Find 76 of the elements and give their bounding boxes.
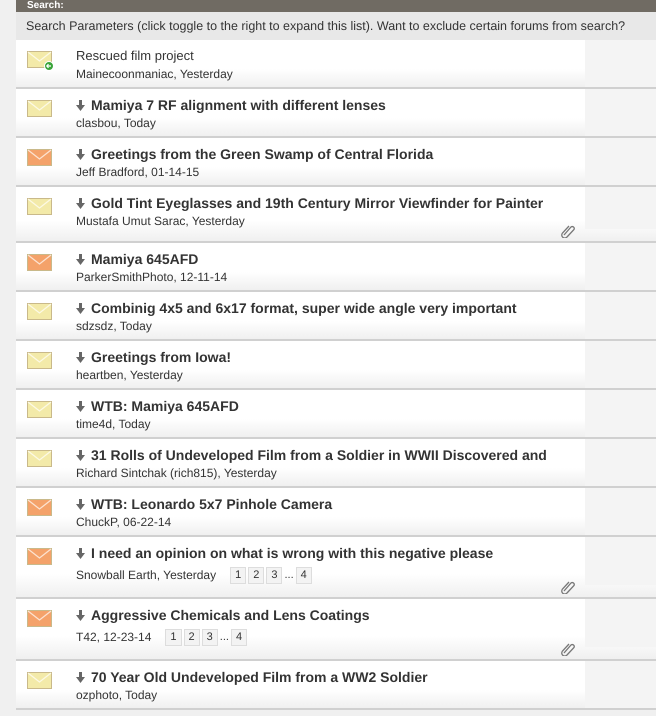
thread-row[interactable]: 70 Year Old Undeveloped Film from a WW2 Soldier ozphoto, Today bbox=[16, 661, 656, 710]
thread-row[interactable]: WTB: Leonardo 5x7 Pinhole Camera ChuckP, 06-22-14 bbox=[16, 488, 656, 537]
thread-meta: ozphoto, Today bbox=[76, 687, 158, 704]
side-column bbox=[585, 243, 656, 290]
down-arrow-icon bbox=[76, 254, 85, 264]
side-column bbox=[585, 661, 656, 708]
side-column bbox=[585, 138, 656, 185]
down-arrow-icon bbox=[76, 400, 85, 412]
thread-row[interactable]: Greetings from the Green Swamp of Central Florida Jeff Bradford, 01-14-15 bbox=[16, 138, 656, 187]
thread-row[interactable]: Mamiya 7 RF alignment with different lenses clasbou, Today bbox=[16, 89, 656, 138]
down-arrow-icon bbox=[76, 198, 85, 208]
side-column bbox=[585, 439, 656, 486]
thread-row[interactable]: I need an opinion on what is wrong with this negative please Snowball Earth, Yesterday 1 2 3 ... 4 bbox=[16, 537, 656, 599]
thread-row[interactable]: 31 Rolls of Undeveloped Film from a Soldier in WWII Discovered and Richard Sintchak (rich815), Yesterday bbox=[16, 439, 656, 488]
thread-title-link[interactable]: 31 Rolls of Undeveloped Film from a Soldier in WWII Discovered and bbox=[91, 444, 547, 466]
down-arrow-icon bbox=[76, 498, 85, 510]
down-arrow-icon bbox=[76, 548, 85, 558]
thread-meta: ChuckP, 06-22-14 bbox=[76, 514, 172, 531]
page-link[interactable]: 2 bbox=[248, 566, 264, 584]
thread-title-link[interactable]: WTB: Mamiya 645AFD bbox=[91, 396, 239, 416]
thread-row[interactable]: Aggressive Chemicals and Lens Coatings T42, 12-23-14 1 2 3 ... 4 bbox=[16, 599, 656, 661]
thread-title-link[interactable]: 70 Year Old Undeveloped Film from a WW2 Soldier bbox=[91, 666, 428, 688]
down-arrow-icon bbox=[76, 450, 85, 460]
down-arrow-icon bbox=[76, 610, 85, 620]
thread-meta: clasbou, Today bbox=[76, 115, 156, 132]
down-arrow-icon bbox=[76, 302, 85, 314]
thread-meta: Snowball Earth, Yesterday bbox=[76, 567, 216, 584]
thread-meta: Jeff Bradford, 01-14-15 bbox=[76, 164, 200, 181]
page-link[interactable]: 4 bbox=[296, 566, 312, 584]
thread-row[interactable]: Mamiya 645AFD ParkerSmithPhoto, 12-11-14 bbox=[16, 243, 656, 292]
page-link[interactable]: 3 bbox=[266, 566, 282, 584]
thread-row[interactable]: WTB: Mamiya 645AFD time4d, Today bbox=[16, 390, 656, 439]
down-arrow-icon bbox=[76, 352, 85, 362]
thread-meta: time4d, Today bbox=[76, 416, 150, 433]
thread-title-link[interactable]: Mamiya 7 RF alignment with different lenses bbox=[91, 94, 386, 116]
thread-meta: Mainecoonmaniac, Yesterday bbox=[76, 66, 233, 83]
thread-meta: Richard Sintchak (rich815), Yesterday bbox=[76, 465, 277, 482]
thread-row[interactable]: Combinig 4x5 and 6x17 format, super wide angle very important sdzsdz, Today bbox=[16, 292, 656, 341]
thread-meta: sdzsdz, Today bbox=[76, 318, 152, 335]
thread-meta: T42, 12-23-14 bbox=[76, 629, 152, 646]
page-link[interactable]: 1 bbox=[230, 566, 246, 584]
thread-title-link[interactable]: Greetings from Iowa! bbox=[91, 346, 232, 368]
thread-meta: ParkerSmithPhoto, 12-11-14 bbox=[76, 269, 228, 286]
down-arrow-icon bbox=[76, 148, 85, 160]
side-column bbox=[585, 187, 656, 229]
thread-row[interactable]: Greetings from Iowa! heartben, Yesterday bbox=[16, 341, 656, 390]
page-link[interactable]: 3 bbox=[202, 628, 218, 646]
page-link[interactable]: 2 bbox=[184, 628, 200, 646]
side-column bbox=[585, 599, 656, 647]
thread-title-link[interactable]: Greetings from the Green Swamp of Central Florida bbox=[91, 144, 434, 164]
side-column bbox=[585, 488, 656, 535]
page-link[interactable]: 1 bbox=[165, 628, 182, 646]
thread-row[interactable]: Rescued film project Mainecoonmaniac, Yesterday bbox=[16, 40, 656, 89]
thread-title-link[interactable]: Gold Tint Eyeglasses and 19th Century Mirror Viewfinder for Painter bbox=[91, 192, 544, 214]
thread-title-link[interactable]: WTB: Leonardo 5x7 Pinhole Camera bbox=[91, 494, 332, 514]
side-column bbox=[585, 390, 656, 437]
side-column bbox=[585, 537, 656, 585]
header-title: Search: bbox=[27, 0, 64, 12]
thread-title-link[interactable]: Rescued film project bbox=[76, 46, 194, 66]
down-arrow-icon bbox=[76, 100, 85, 110]
thread-title-link[interactable]: Combinig 4x5 and 6x17 format, super wide angle very important bbox=[91, 298, 517, 318]
side-column bbox=[585, 292, 656, 339]
thread-title-link[interactable]: Aggressive Chemicals and Lens Coatings bbox=[91, 604, 370, 626]
thread-meta: heartben, Yesterday bbox=[76, 367, 183, 384]
side-column bbox=[585, 341, 656, 388]
down-arrow-icon bbox=[76, 672, 85, 682]
search-parameters-text: Search Parameters (click toggle to the right to expand this list). Want to exclude certain forums from search? bbox=[16, 12, 656, 40]
side-column bbox=[585, 40, 656, 87]
thread-title-link[interactable]: Mamiya 645AFD bbox=[91, 248, 198, 270]
side-column bbox=[585, 89, 656, 136]
ellipsis-text: ... bbox=[284, 568, 294, 583]
thread-meta: Mustafa Umut Sarac, Yesterday bbox=[76, 213, 245, 230]
thread-row[interactable]: Gold Tint Eyeglasses and 19th Century Mirror Viewfinder for Painter Mustafa Umut Sarac, Yesterday bbox=[16, 187, 656, 243]
page-link[interactable]: 4 bbox=[230, 628, 248, 646]
thread-title-link[interactable]: I need an opinion on what is wrong with this negative please bbox=[91, 542, 494, 564]
ellipsis-text: ... bbox=[220, 630, 229, 645]
